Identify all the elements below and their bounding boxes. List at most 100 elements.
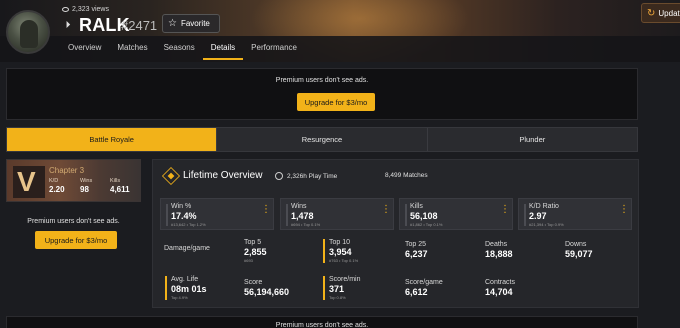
ad-banner-bottom: Premium users don't see ads. bbox=[6, 316, 638, 328]
stat-label: Contracts bbox=[485, 279, 515, 286]
stat-downs: Downs 59,077 bbox=[565, 241, 593, 259]
card-rank: #694 • Top 0.1% bbox=[291, 222, 321, 227]
refresh-icon: ↻ bbox=[647, 7, 656, 19]
more-icon[interactable]: ⋮ bbox=[261, 205, 271, 215]
mode-tab-plunder[interactable]: Plunder bbox=[428, 128, 637, 151]
stat-top5: Top 5 2,855 #693 bbox=[244, 239, 267, 263]
stat-label: Downs bbox=[565, 241, 587, 248]
season-kd-value: 2.20 bbox=[49, 185, 65, 194]
tab-overview[interactable]: Overview bbox=[60, 39, 109, 60]
season-kills-value: 4,611 bbox=[110, 185, 130, 194]
upgrade-button[interactable]: Upgrade for $3/mo bbox=[297, 93, 375, 111]
card-accent bbox=[524, 204, 526, 226]
mode-tab-battle-royale[interactable]: Battle Royale bbox=[7, 128, 218, 151]
stat-value: 18,888 bbox=[485, 249, 513, 259]
more-icon[interactable]: ⋮ bbox=[500, 205, 510, 215]
star-icon: ☆ bbox=[168, 18, 177, 29]
tab-details[interactable]: Details bbox=[202, 39, 244, 60]
stat-top25: Top 25 6,237 bbox=[405, 241, 428, 259]
profile-nav: Overview Matches Seasons Details Perform… bbox=[60, 39, 305, 60]
ad-bottom-message: Premium users don't see ads. bbox=[275, 322, 369, 328]
lifetime-overview-panel: Lifetime Overview 2,326h Play Time 8,499… bbox=[152, 159, 639, 308]
season-chapter: Chapter 3 bbox=[49, 166, 85, 175]
views-count: 2,323 views bbox=[62, 6, 109, 13]
card-value: 56,108 bbox=[410, 211, 438, 221]
card-label: K/D Ratio bbox=[529, 203, 559, 210]
eye-icon bbox=[62, 7, 69, 12]
matches-count: 8,499 Matches bbox=[385, 172, 428, 179]
season-card[interactable]: V Chapter 3 K/D 2.20 Wins 98 Kills 4,611 bbox=[6, 159, 141, 202]
tab-seasons[interactable]: Seasons bbox=[156, 39, 203, 60]
stat-label: Top 5 bbox=[244, 239, 262, 246]
stat-card-win-pct[interactable]: Win % 17.4% #13,642 • Top 1.2% ⋮ bbox=[160, 198, 274, 230]
stat-label: Avg. Life bbox=[171, 276, 199, 283]
stat-rank: Top 4.9% bbox=[171, 295, 188, 300]
stat-label: Top 10 bbox=[329, 239, 351, 246]
stat-value: 08m 01s bbox=[171, 284, 207, 294]
tab-matches[interactable]: Matches bbox=[109, 39, 155, 60]
card-accent bbox=[166, 204, 168, 226]
card-rank: #1,862 • Top 0.1% bbox=[410, 222, 443, 227]
clock-icon bbox=[275, 172, 283, 180]
stat-avg-life: Avg. Life 08m 01s Top 4.9% bbox=[165, 276, 207, 300]
ad-side-message: Premium users don't see ads. bbox=[27, 218, 120, 225]
tab-performance[interactable]: Performance bbox=[243, 39, 305, 60]
avatar[interactable] bbox=[6, 10, 50, 54]
stat-value: 3,954 bbox=[329, 247, 352, 257]
avatar-figure bbox=[20, 20, 38, 48]
stat-label: Score/min bbox=[329, 276, 361, 283]
card-accent bbox=[405, 204, 407, 226]
stat-top10: Top 10 3,954 #763 • Top 0.1% bbox=[323, 239, 358, 263]
stat-label: Score bbox=[244, 279, 263, 286]
ad-message: Premium users don't see ads. bbox=[275, 77, 369, 84]
stat-label: Score/game bbox=[405, 279, 443, 286]
update-button[interactable]: ↻ Update bbox=[641, 3, 680, 23]
ad-banner-top: Premium users don't see ads. Upgrade for… bbox=[6, 68, 638, 120]
stat-score-per-min: Score/min 371 Top 0.8% bbox=[323, 276, 361, 300]
stat-card-kd[interactable]: K/D Ratio 2.97 #21,394 • Top 0.9% ⋮ bbox=[518, 198, 632, 230]
stat-label: Damage/game bbox=[164, 245, 210, 252]
playstation-icon: ⏵ bbox=[65, 19, 71, 31]
stat-rank: #693 bbox=[244, 258, 253, 263]
player-tag: #2471 bbox=[121, 18, 158, 33]
favorite-label: Favorite bbox=[180, 19, 210, 28]
card-label: Win % bbox=[171, 203, 192, 210]
stat-score: Score 56,194,660 bbox=[244, 279, 289, 297]
stat-damage-per-game: Damage/game bbox=[164, 245, 210, 252]
stat-card-wins[interactable]: Wins 1,478 #694 • Top 0.1% ⋮ bbox=[280, 198, 394, 230]
panel-title: Lifetime Overview bbox=[183, 170, 263, 181]
favorite-button[interactable]: ☆ Favorite bbox=[162, 14, 220, 33]
more-icon[interactable]: ⋮ bbox=[619, 205, 629, 215]
stat-value: 6,612 bbox=[405, 287, 428, 297]
stat-score-per-game: Score/game 6,612 bbox=[405, 279, 443, 297]
season-kd-label: K/D bbox=[49, 178, 59, 184]
profile-header: 2,323 views ⏵ RALK #2471 ☆ Favorite ↻ Up… bbox=[0, 0, 680, 62]
stat-deaths: Deaths 18,888 bbox=[485, 241, 513, 259]
stat-value: 2,855 bbox=[244, 247, 267, 257]
update-label: Update bbox=[658, 8, 680, 18]
more-icon[interactable]: ⋮ bbox=[381, 205, 391, 215]
ad-side: Premium users don't see ads. Upgrade for… bbox=[6, 208, 141, 268]
card-label: Wins bbox=[291, 203, 307, 210]
card-value: 17.4% bbox=[171, 211, 197, 221]
card-value: 1,478 bbox=[291, 211, 314, 221]
card-label: Kills bbox=[410, 203, 423, 210]
stat-label: Top 25 bbox=[405, 241, 427, 248]
season-kills-label: Kills bbox=[110, 178, 121, 184]
stat-contracts: Contracts 14,704 bbox=[485, 279, 515, 297]
play-time: 2,326h Play Time bbox=[275, 172, 337, 180]
season-logo: V bbox=[13, 166, 45, 198]
diamond-icon bbox=[161, 166, 181, 186]
stat-card-kills[interactable]: Kills 56,108 #1,862 • Top 0.1% ⋮ bbox=[399, 198, 513, 230]
views-label: 2,323 views bbox=[72, 6, 109, 13]
stat-value: 371 bbox=[329, 284, 345, 294]
stat-value: 14,704 bbox=[485, 287, 513, 297]
stat-value: 56,194,660 bbox=[244, 287, 290, 297]
card-rank: #21,394 • Top 0.9% bbox=[529, 222, 564, 227]
mode-tab-resurgence[interactable]: Resurgence bbox=[217, 128, 428, 151]
play-time-label: 2,326h Play Time bbox=[287, 172, 338, 180]
upgrade-side-button[interactable]: Upgrade for $3/mo bbox=[35, 231, 117, 249]
card-accent bbox=[286, 204, 288, 226]
stat-value: 6,237 bbox=[405, 249, 428, 259]
mode-tabs: Battle Royale Resurgence Plunder bbox=[6, 127, 638, 152]
